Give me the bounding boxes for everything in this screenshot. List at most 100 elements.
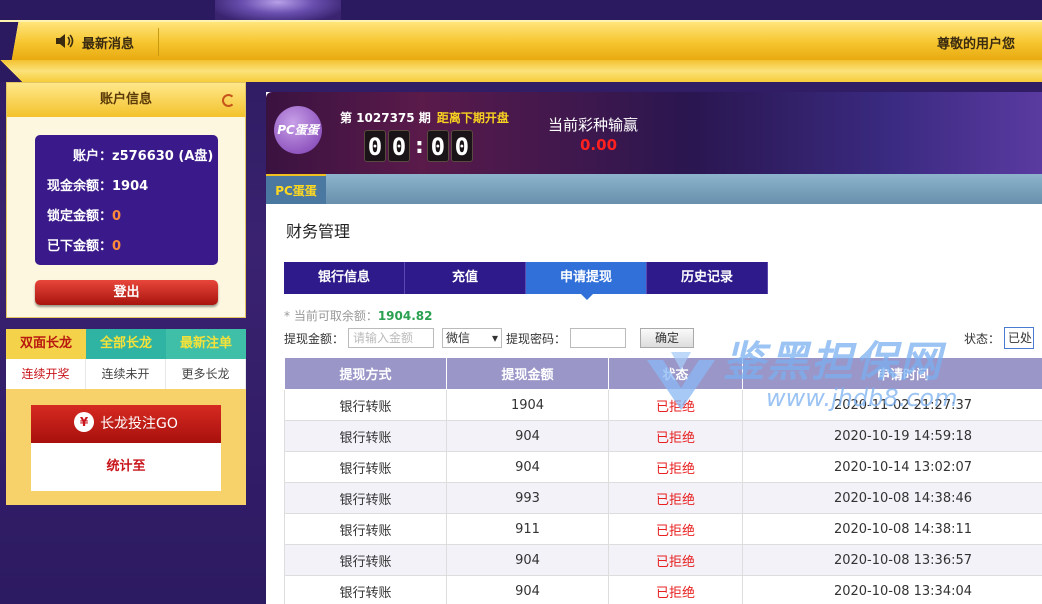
status-cell: 已拒绝: [608, 389, 743, 421]
status-select[interactable]: 已处理: [1004, 327, 1034, 349]
logout-button[interactable]: 登出: [35, 280, 218, 305]
amount-label: 提现金额：: [284, 331, 345, 346]
time-cell: 2020-10-14 13:02:07: [742, 451, 1042, 483]
gold-band-cut: [0, 60, 22, 82]
account-panel: 账户信息 账户：z576630 (A盘) 现金余额：1904 锁定金额：0 已下…: [6, 82, 246, 318]
amount-cell: 1904: [446, 389, 609, 421]
status-cell: 已拒绝: [608, 451, 743, 483]
dragon-bet-go-button[interactable]: ¥ 长龙投注GO: [31, 405, 221, 443]
method-cell: 银行转账: [284, 575, 447, 604]
time-cell: 2020-10-08 13:34:04: [742, 575, 1042, 604]
refresh-icon[interactable]: [222, 94, 235, 107]
top-strip: [0, 0, 1042, 22]
table-row: 银行转账 1904 已拒绝 2020-11-02 21:27:37: [284, 389, 1042, 421]
placed-label: 已下金额：: [47, 239, 113, 254]
left-panel: 账户信息 账户：z576630 (A盘) 现金余额：1904 锁定金额：0 已下…: [6, 82, 246, 505]
finance-tabs: 银行信息 充值 申请提现 历史记录: [284, 262, 768, 300]
time-cell: 2020-10-08 14:38:46: [742, 482, 1042, 514]
news-label[interactable]: 最新消息: [82, 33, 134, 52]
method-cell: 银行转账: [284, 451, 447, 483]
timer-colon: :: [415, 133, 424, 159]
status-cell: 已拒绝: [608, 575, 743, 604]
placed-row: 已下金额：0: [47, 237, 218, 267]
password-input[interactable]: [570, 328, 627, 348]
cash-value: 1904: [112, 179, 149, 194]
column-header: 状态: [608, 357, 743, 390]
placed-value: 0: [112, 239, 122, 254]
tab-bank-info[interactable]: 银行信息: [284, 262, 405, 294]
column-header: 提现金额: [446, 357, 609, 390]
status-cell: 已拒绝: [608, 513, 743, 545]
countdown-timer: 0 0 : 0 0: [364, 130, 475, 162]
main-content: PC蛋蛋 第 1027375 期距离下期开盘 0 0 : 0 0 当前彩种输赢 …: [266, 92, 1042, 604]
stats-label: 统计至: [31, 443, 221, 491]
available-balance-note: * 当前可取余额：1904.82: [284, 307, 432, 324]
amount-input[interactable]: 请输入金额: [348, 328, 435, 348]
status-label: 状态：: [963, 331, 1000, 346]
time-cell: 2020-10-08 13:36:57: [742, 544, 1042, 576]
amount-cell: 904: [446, 575, 609, 604]
status-cell: 已拒绝: [608, 544, 743, 576]
cash-label: 现金余额：: [47, 179, 113, 194]
locked-row: 锁定金额：0: [47, 207, 218, 237]
method-cell: 银行转账: [284, 513, 447, 545]
password-label: 提现密码：: [506, 331, 567, 346]
status-cell: 已拒绝: [608, 420, 743, 452]
news-separator: [158, 28, 159, 56]
locked-label: 锁定金额：: [47, 209, 113, 224]
table-row: 银行转账 904 已拒绝 2020-10-19 14:59:18: [284, 420, 1042, 452]
table-row: 银行转账 911 已拒绝 2020-10-08 14:38:11: [284, 513, 1042, 545]
column-header: 申请时间: [742, 357, 1042, 390]
table-row: 银行转账 904 已拒绝 2020-10-08 13:36:57: [284, 544, 1042, 576]
subtab-more-dragon[interactable]: 更多长龙: [166, 359, 246, 389]
withdraw-table: 提现方式 提现金额 状态 申请时间 银行转账 1904 已拒绝 2020-11-02 …: [284, 357, 1042, 604]
account-info-box: 账户：z576630 (A盘) 现金余额：1904 锁定金额：0 已下金额：0: [35, 135, 218, 265]
tab-pc-egg[interactable]: PC蛋蛋: [266, 174, 326, 204]
chevron-down-icon: ▾: [491, 331, 499, 345]
user-greeting: 尊敬的用户您: [936, 37, 1015, 52]
news-bar-notch: [0, 22, 26, 62]
account-label: 账户：: [73, 149, 113, 164]
method-select[interactable]: 微信 ▾: [442, 328, 503, 348]
amount-cell: 904: [446, 420, 609, 452]
period-info: 第 1027375 期距离下期开盘: [340, 109, 509, 126]
dragon-panel: 双面长龙 全部长龙 最新注单 连续开奖 连续未开 更多长龙 ¥ 长龙投注GO 统计…: [6, 329, 246, 505]
method-cell: 银行转账: [284, 482, 447, 514]
tab-history[interactable]: 历史记录: [647, 262, 768, 294]
subtab-consecutive-draw[interactable]: 连续开奖: [6, 359, 86, 389]
table-header-row: 提现方式 提现金额 状态 申请时间: [284, 357, 1042, 390]
account-row: 账户：z576630 (A盘): [47, 147, 218, 177]
amount-cell: 904: [446, 451, 609, 483]
table-row: 银行转账 904 已拒绝 2020-10-14 13:02:07: [284, 451, 1042, 483]
yen-icon: ¥: [74, 412, 95, 432]
next-draw-label: 距离下期开盘: [436, 111, 509, 125]
tab-double-dragon[interactable]: 双面长龙: [6, 329, 86, 359]
dragon-subtabs: 连续开奖 连续未开 更多长龙: [6, 359, 246, 389]
tab-latest-bets[interactable]: 最新注单: [166, 329, 246, 359]
status-cell: 已拒绝: [608, 482, 743, 514]
top-glow-decoration: [215, 0, 341, 22]
go-label: 长龙投注GO: [100, 416, 178, 432]
timer-digit: 0: [426, 130, 449, 162]
time-cell: 2020-10-08 14:38:11: [742, 513, 1042, 545]
confirm-button[interactable]: 确定: [640, 328, 695, 348]
gold-band: [0, 60, 1042, 82]
win-loss-label: 当前彩种输赢: [548, 116, 639, 134]
timer-digit: 0: [450, 130, 473, 162]
method-cell: 银行转账: [284, 389, 447, 421]
win-loss-value: 0.00: [580, 136, 618, 154]
account-title: 账户信息: [99, 92, 152, 107]
status-filter: 状态： 已处理: [964, 327, 1034, 349]
account-value: z576630 (A盘): [112, 149, 214, 164]
news-bar: 最新消息 尊敬的用户您: [0, 20, 1042, 62]
amount-cell: 904: [446, 544, 609, 576]
subtab-consecutive-miss[interactable]: 连续未开: [86, 359, 166, 389]
table-row: 银行转账 993 已拒绝 2020-10-08 14:38:46: [284, 482, 1042, 514]
method-cell: 银行转账: [284, 544, 447, 576]
tab-all-dragon[interactable]: 全部长龙: [86, 329, 166, 359]
time-cell: 2020-10-19 14:59:18: [742, 420, 1042, 452]
speaker-icon: [56, 34, 74, 48]
method-cell: 银行转账: [284, 420, 447, 452]
tab-recharge[interactable]: 充值: [405, 262, 526, 294]
tab-withdraw[interactable]: 申请提现: [526, 262, 647, 300]
